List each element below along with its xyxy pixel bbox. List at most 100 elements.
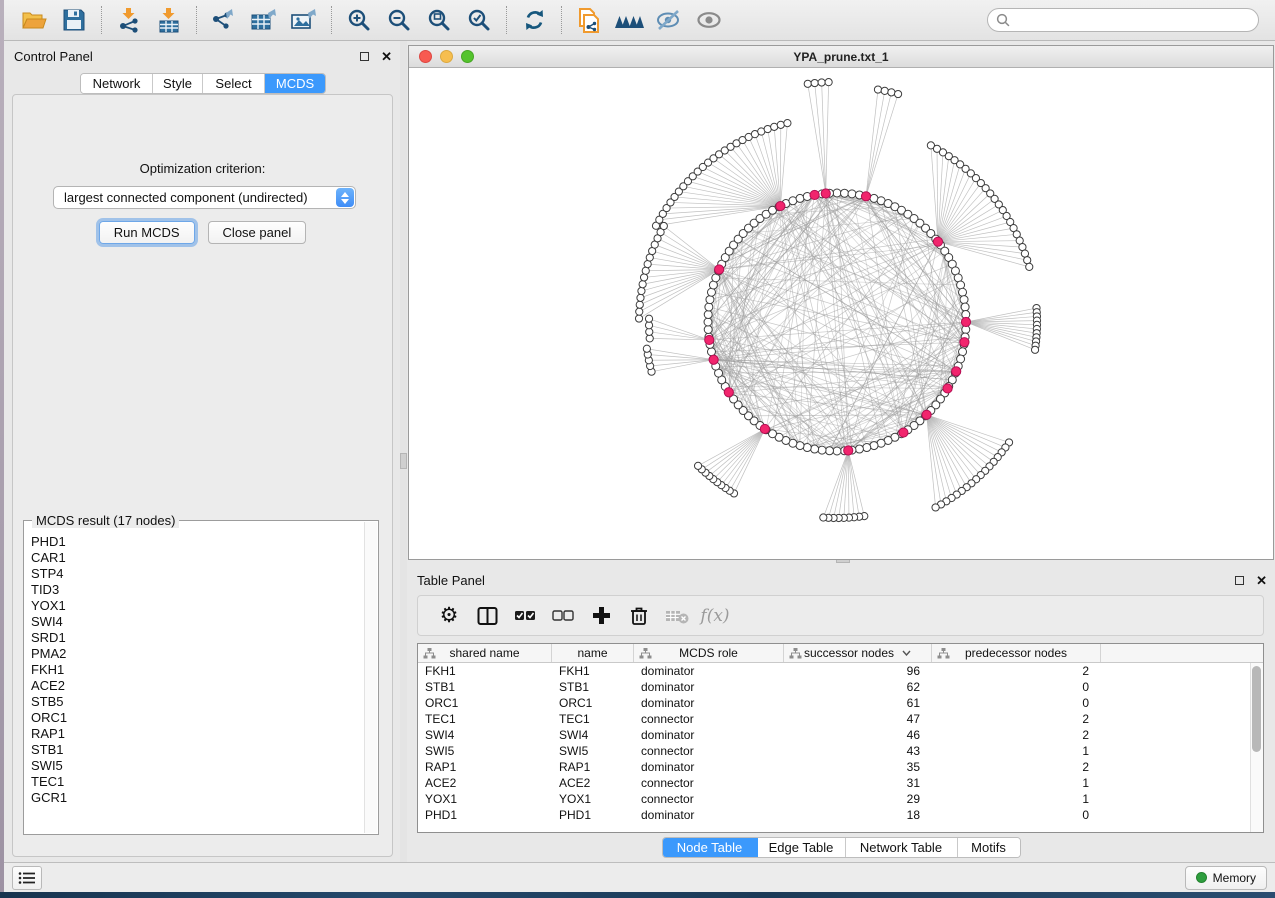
import-table-icon[interactable] [152, 5, 186, 35]
table-type-tabs: Node TableEdge TableNetwork TableMotifs [662, 837, 1021, 858]
float-panel-icon[interactable] [360, 52, 369, 61]
zoom-fit-icon[interactable] [422, 5, 456, 35]
mcds-result-item[interactable]: TID3 [31, 582, 364, 598]
show-all-eye-icon[interactable] [692, 5, 726, 35]
zoom-in-icon[interactable] [342, 5, 376, 35]
cell-successor-nodes: 35 [784, 760, 932, 774]
memory-label: Memory [1213, 871, 1256, 885]
close-table-panel-icon[interactable]: ✕ [1256, 574, 1267, 587]
first-neighbors-icon[interactable] [612, 5, 646, 35]
cell-shared-name: PHD1 [418, 808, 552, 822]
tab-select[interactable]: Select [203, 74, 265, 93]
tab-mcds[interactable]: MCDS [265, 74, 325, 93]
cell-name: ORC1 [552, 696, 634, 710]
column-header-name[interactable]: name [552, 644, 634, 662]
mcds-result-item[interactable]: SRD1 [31, 630, 364, 646]
tab-edge-table[interactable]: Edge Table [758, 838, 846, 857]
cell-MCDS-role: dominator [634, 808, 784, 822]
tab-style[interactable]: Style [153, 74, 203, 93]
table-row[interactable]: RAP1RAP1dominator352 [418, 759, 1250, 775]
mcds-result-item[interactable]: RAP1 [31, 726, 364, 742]
mcds-result-item[interactable]: STP4 [31, 566, 364, 582]
copy-network-icon[interactable] [572, 5, 606, 35]
save-session-icon[interactable] [57, 5, 91, 35]
memory-button[interactable]: Memory [1185, 866, 1267, 890]
mcds-result-item[interactable]: STB5 [31, 694, 364, 710]
table-row[interactable]: PHD1PHD1dominator180 [418, 807, 1250, 823]
add-column-icon[interactable] [586, 601, 616, 631]
column-header-MCDS-role[interactable]: MCDS role [634, 644, 784, 662]
cell-MCDS-role: connector [634, 712, 784, 726]
network-window-titlebar[interactable]: YPA_prune.txt_1 [409, 46, 1273, 68]
mcds-result-item[interactable]: TEC1 [31, 774, 364, 790]
table-row[interactable]: YOX1YOX1connector291 [418, 791, 1250, 807]
close-panel-icon[interactable]: ✕ [381, 50, 392, 63]
column-header-shared-name[interactable]: shared name [418, 644, 552, 662]
mcds-result-item[interactable]: SWI4 [31, 614, 364, 630]
search-input[interactable] [1015, 13, 1250, 27]
control-panel-tabs: NetworkStyleSelectMCDS [80, 73, 326, 94]
float-table-panel-icon[interactable] [1235, 576, 1244, 585]
run-mcds-button[interactable]: Run MCDS [99, 221, 195, 244]
close-panel-button[interactable]: Close panel [208, 221, 307, 244]
network-graph[interactable] [409, 68, 1273, 559]
mcds-result-item[interactable]: PHD1 [31, 534, 364, 550]
cell-successor-nodes: 96 [784, 664, 932, 678]
tab-node-table[interactable]: Node Table [663, 838, 758, 857]
mcds-result-item[interactable]: ACE2 [31, 678, 364, 694]
zoom-out-icon[interactable] [382, 5, 416, 35]
cell-predecessor-nodes: 2 [932, 664, 1101, 678]
tab-motifs[interactable]: Motifs [958, 838, 1020, 857]
mcds-result-item[interactable]: YOX1 [31, 598, 364, 614]
column-header-predecessor-nodes[interactable]: predecessor nodes [932, 644, 1101, 662]
cell-shared-name: RAP1 [418, 760, 552, 774]
vertical-splitter[interactable] [400, 41, 407, 862]
mcds-result-item[interactable]: PMA2 [31, 646, 364, 662]
tab-network-table[interactable]: Network Table [846, 838, 958, 857]
cell-successor-nodes: 18 [784, 808, 932, 822]
mcds-result-item[interactable]: STB1 [31, 742, 364, 758]
task-history-button[interactable] [12, 866, 42, 890]
table-scrollbar-thumb[interactable] [1252, 666, 1261, 752]
refresh-icon[interactable] [517, 5, 551, 35]
search-field[interactable] [987, 8, 1259, 32]
table-scrollbar[interactable] [1250, 663, 1263, 832]
cell-predecessor-nodes: 0 [932, 696, 1101, 710]
select-all-icon[interactable] [510, 601, 540, 631]
import-network-icon[interactable] [112, 5, 146, 35]
cell-MCDS-role: dominator [634, 680, 784, 694]
splitter-grip[interactable] [400, 453, 407, 469]
table-settings-gear-icon[interactable]: ⚙ [434, 601, 464, 631]
deselect-all-icon[interactable] [548, 601, 578, 631]
table-row[interactable]: FKH1FKH1dominator962 [418, 663, 1250, 679]
table-row[interactable]: TEC1TEC1connector472 [418, 711, 1250, 727]
node-table: shared namenameMCDS rolesuccessor nodesp… [417, 643, 1264, 833]
table-row[interactable]: ORC1ORC1dominator610 [418, 695, 1250, 711]
mcds-result-item[interactable]: CAR1 [31, 550, 364, 566]
table-row[interactable]: STB1STB1dominator620 [418, 679, 1250, 695]
export-image-icon[interactable] [287, 5, 321, 35]
mcds-result-item[interactable]: GCR1 [31, 790, 364, 806]
column-header-successor-nodes[interactable]: successor nodes [784, 644, 932, 662]
mcds-list-scrollbar[interactable] [364, 522, 377, 833]
table-row[interactable]: ACE2ACE2connector311 [418, 775, 1250, 791]
mcds-result-item[interactable]: SWI5 [31, 758, 364, 774]
table-row[interactable]: SWI5SWI5connector431 [418, 743, 1250, 759]
criterion-dropdown[interactable]: largest connected component (undirected) [53, 186, 356, 209]
mcds-result-item[interactable]: FKH1 [31, 662, 364, 678]
zoom-selected-icon[interactable] [462, 5, 496, 35]
optimization-criterion-label: Optimization criterion: [13, 161, 392, 176]
mcds-result-item[interactable]: ORC1 [31, 710, 364, 726]
cell-successor-nodes: 29 [784, 792, 932, 806]
hide-selected-eye-icon[interactable] [652, 5, 686, 35]
network-view-window: YPA_prune.txt_1 [408, 45, 1274, 560]
tab-network[interactable]: Network [81, 74, 153, 93]
delete-column-icon[interactable] [624, 601, 654, 631]
search-icon [996, 13, 1010, 27]
mcds-result-list[interactable]: PHD1CAR1STP4TID3YOX1SWI4SRD1PMA2FKH1ACE2… [25, 522, 364, 833]
open-file-icon[interactable] [17, 5, 51, 35]
column-panel-icon[interactable] [472, 601, 502, 631]
table-row[interactable]: SWI4SWI4dominator462 [418, 727, 1250, 743]
export-network-icon[interactable] [207, 5, 241, 35]
export-table-icon[interactable] [247, 5, 281, 35]
